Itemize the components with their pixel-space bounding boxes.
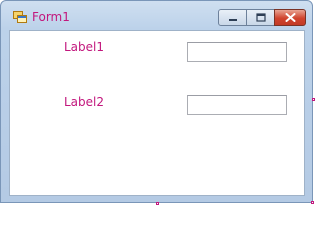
title-bar[interactable]: Form1 xyxy=(1,1,312,31)
form-icon xyxy=(13,11,27,23)
textbox2[interactable] xyxy=(187,95,287,115)
form-window: Form1 Label1 Label2 xyxy=(0,0,313,203)
minimize-button[interactable] xyxy=(218,9,247,26)
resize-handle-right[interactable] xyxy=(312,98,315,101)
label1: Label1 xyxy=(64,40,105,54)
window-title: Form1 xyxy=(32,10,70,24)
close-icon xyxy=(285,13,295,22)
maximize-button[interactable] xyxy=(246,9,275,26)
close-button[interactable] xyxy=(274,9,306,26)
maximize-icon xyxy=(255,13,266,22)
minimize-icon xyxy=(228,18,237,21)
form-client-area: Label1 Label2 xyxy=(9,30,305,196)
resize-handle-corner[interactable] xyxy=(311,201,314,204)
textbox1[interactable] xyxy=(187,42,287,62)
label2: Label2 xyxy=(64,95,105,109)
resize-handle-bottom[interactable] xyxy=(156,202,159,205)
caption-buttons xyxy=(218,9,306,28)
